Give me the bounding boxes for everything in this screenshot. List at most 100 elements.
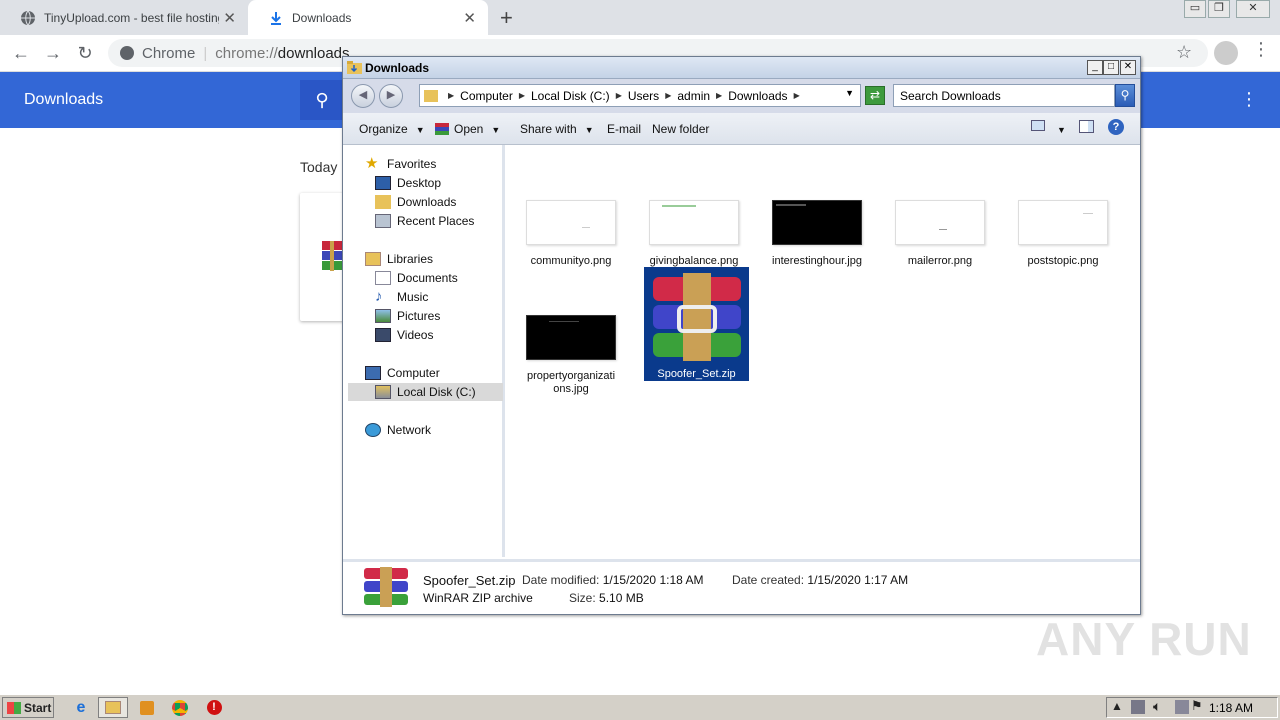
more-options-icon[interactable]: ⋮ [1240,89,1258,110]
display-icon[interactable] [1175,700,1189,714]
close-icon[interactable]: ✕ [463,9,476,27]
network-icon [365,423,381,437]
help-icon[interactable]: ? [1108,119,1124,135]
chevron-up-icon[interactable]: ▲ [1111,699,1123,713]
nav-recent-places[interactable]: Recent Places [375,212,474,230]
search-input[interactable]: Search Downloads [893,84,1115,107]
file-item[interactable]: communityo.png [516,200,626,268]
start-button[interactable]: Start [2,697,54,718]
file-name: mailerror.png [907,255,973,267]
tab-tinyupload[interactable]: TinyUpload.com - best file hosting so ✕ [0,0,248,35]
internet-explorer-icon[interactable]: e [66,697,96,718]
file-item[interactable]: poststopic.png [1008,200,1118,268]
share-with-label: Share with [520,122,577,136]
nav-label: Local Disk (C:) [397,385,476,399]
music-icon: ♪ [375,288,383,305]
close-button[interactable]: ✕ [1120,60,1136,75]
search-icon[interactable]: ⚲ [1115,84,1135,107]
chrome-menu-icon[interactable]: ⋮ [1252,39,1270,60]
open-button[interactable]: Open ▼ [435,122,500,136]
close-button[interactable]: ✕ [1236,0,1270,18]
details-file-type: WinRAR ZIP archive [423,591,533,605]
email-button[interactable]: E-mail [607,122,641,136]
nav-local-disk[interactable]: Local Disk (C:) [348,383,503,401]
file-name: propertyorganizations.jpg [526,370,616,395]
chevron-down-icon[interactable]: ▼ [845,88,854,98]
network-status-icon[interactable] [1131,700,1145,714]
tab-downloads[interactable]: Downloads ✕ [248,0,488,35]
details-date-modified: Date modified: 1/15/2020 1:18 AM [522,573,703,587]
reload-button[interactable]: ↻ [72,41,98,65]
chevron-right-icon[interactable]: ▶ [519,91,525,100]
file-item[interactable]: interestinghour.jpg [762,200,872,268]
details-label: Date modified: [522,573,600,587]
breadcrumb[interactable]: ▶ Computer ▶ Local Disk (C:) ▶ Users ▶ a… [419,84,861,107]
maximize-button[interactable]: ❐ [1208,0,1230,18]
window-titlebar[interactable]: Downloads _ □ ✕ [343,57,1140,79]
nav-pictures[interactable]: Pictures [375,307,440,325]
nav-label: Documents [397,271,458,285]
preview-pane-icon[interactable] [1079,120,1094,136]
back-button[interactable]: ◀ [351,84,375,108]
explorer-taskbar-icon[interactable] [98,697,128,718]
bookmark-star-icon[interactable]: ☆ [1176,42,1192,63]
new-tab-button[interactable]: + [500,5,513,31]
clock[interactable]: 1:18 AM [1209,701,1253,715]
nav-music[interactable]: ♪ Music [375,288,428,306]
folder-icon [424,89,438,102]
new-folder-button[interactable]: New folder [652,122,709,136]
forward-button[interactable]: → [40,41,66,65]
organize-button[interactable]: Organize ▼ [359,122,425,136]
image-thumbnail [1018,200,1108,245]
breadcrumb-item[interactable]: Local Disk (C:) [531,89,610,103]
nav-label: Computer [387,366,440,380]
file-name: communityo.png [530,255,612,267]
image-thumbnail [649,200,739,245]
maximize-button[interactable]: □ [1103,60,1119,75]
action-center-flag-icon[interactable]: ⚑ [1191,698,1203,714]
file-list: communityo.png givingbalance.png interes… [508,145,1138,557]
refresh-button[interactable]: ⇄ [865,86,885,105]
file-item[interactable]: propertyorganizations.jpg [516,315,626,396]
chevron-right-icon[interactable]: ▶ [794,91,800,100]
change-view-icon[interactable] [1031,120,1045,134]
chevron-down-icon: ▼ [415,125,425,135]
chevron-right-icon[interactable]: ▶ [448,91,454,100]
file-item[interactable]: mailerror.png [885,200,995,268]
details-value: 1/15/2020 1:18 AM [602,573,704,587]
chrome-taskbar-icon[interactable] [165,697,195,718]
profile-avatar[interactable] [1214,41,1238,65]
file-item-selected[interactable]: Spoofer_Set.zip [644,267,749,381]
chevron-right-icon[interactable]: ▶ [616,91,622,100]
close-icon[interactable]: ✕ [223,9,236,27]
url-scheme: chrome:// [215,44,278,62]
file-item[interactable]: givingbalance.png [639,200,749,268]
back-button[interactable]: ← [8,41,34,65]
breadcrumb-item[interactable]: Users [628,89,659,103]
image-thumbnail [895,200,985,245]
chevron-right-icon[interactable]: ▶ [665,91,671,100]
nav-desktop[interactable]: Desktop [375,174,441,192]
search-icon[interactable]: ⚲ [300,80,344,120]
media-player-icon[interactable] [132,697,162,718]
nav-network[interactable]: Network [365,421,431,439]
nav-videos[interactable]: Videos [375,326,433,344]
minimize-button[interactable]: ▭ [1184,0,1206,18]
chevron-right-icon[interactable]: ▶ [716,91,722,100]
start-label: Start [24,700,52,715]
chevron-down-icon[interactable]: ▼ [1057,122,1066,136]
nav-libraries[interactable]: Libraries [365,250,433,268]
anyrun-watermark: ANY RUN [1036,613,1252,665]
volume-icon[interactable]: 🔈︎ [1153,698,1161,715]
nav-downloads[interactable]: Downloads [375,193,456,211]
nav-documents[interactable]: Documents [375,269,458,287]
minimize-button[interactable]: _ [1087,60,1103,75]
share-with-button[interactable]: Share with ▼ [520,122,594,136]
nav-computer[interactable]: Computer [365,364,440,382]
forward-button[interactable]: ▶ [379,84,403,108]
breadcrumb-item[interactable]: admin [677,89,710,103]
breadcrumb-item[interactable]: Downloads [728,89,787,103]
antivirus-alert-icon[interactable]: ! [199,697,229,718]
nav-favorites[interactable]: ★ Favorites [365,155,436,173]
breadcrumb-item[interactable]: Computer [460,89,513,103]
